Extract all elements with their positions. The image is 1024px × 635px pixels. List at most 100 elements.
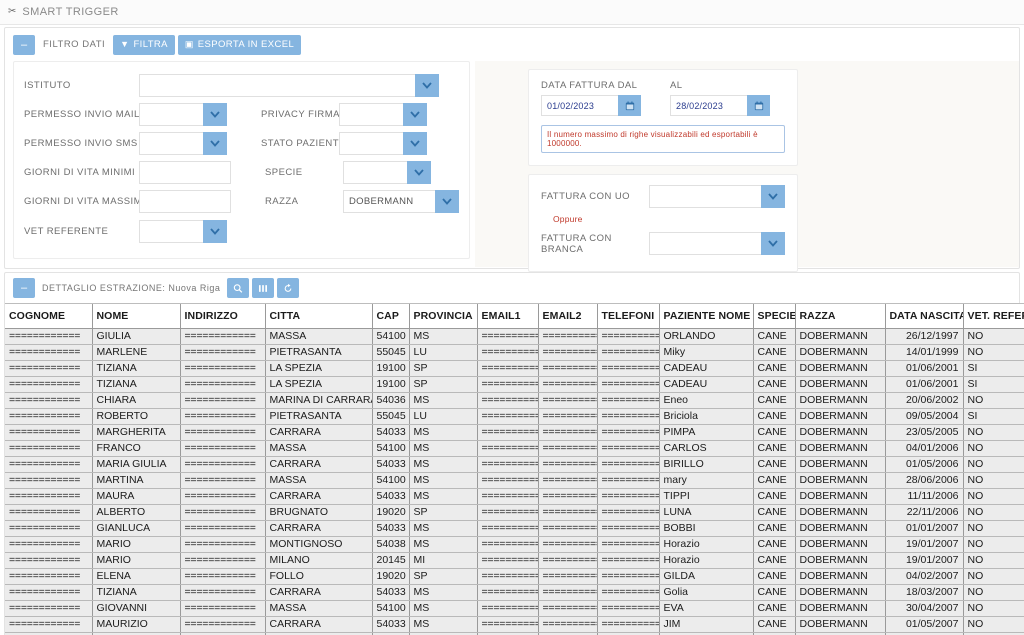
cell-email2: ============ (538, 584, 597, 600)
calendar-icon[interactable] (618, 95, 641, 116)
table-row[interactable]: ============TIZIANA============LA SPEZIA… (5, 376, 1024, 392)
chevron-down-icon[interactable] (761, 232, 785, 255)
table-row[interactable]: ============CHIARA============MARINA DI … (5, 392, 1024, 408)
date-filter-box: DATA FATTURA DAL 01/02/2023 AL 28/02/202… (528, 69, 798, 166)
table-row[interactable]: ============ROBERTO============PIETRASAN… (5, 408, 1024, 424)
cell-email1: ============ (477, 536, 538, 552)
vet-referente-select[interactable] (139, 220, 227, 243)
filtra-button[interactable]: ▼ FILTRA (113, 35, 175, 55)
column-header-email1[interactable]: EMAIL1 (477, 304, 538, 328)
chevron-down-icon[interactable] (407, 161, 431, 184)
chevron-down-icon[interactable] (403, 103, 427, 126)
table-row[interactable]: ============MARIO============MONTIGNOSO5… (5, 536, 1024, 552)
giorni-minimi-input[interactable] (139, 161, 231, 184)
cell-specie: CANE (753, 424, 795, 440)
column-header-razza[interactable]: RAZZA (795, 304, 885, 328)
table-row[interactable]: ============MARTINA============MASSA5410… (5, 472, 1024, 488)
chevron-down-icon[interactable] (435, 190, 459, 213)
cell-indirizzo: ============ (180, 328, 265, 344)
cell-email1: ============ (477, 392, 538, 408)
chevron-down-icon[interactable] (761, 185, 785, 208)
fattura-branca-value[interactable] (649, 232, 761, 255)
column-header-indirizzo[interactable]: INDIRIZZO (180, 304, 265, 328)
column-header-email2[interactable]: EMAIL2 (538, 304, 597, 328)
date-from-field[interactable]: 01/02/2023 (541, 95, 641, 116)
collapse-detail-button[interactable]: – (13, 278, 35, 298)
stato-paziente-value[interactable] (339, 132, 403, 155)
table-row[interactable]: ============TIZIANA============LA SPEZIA… (5, 360, 1024, 376)
column-header-telefoni[interactable]: TELEFONI (597, 304, 659, 328)
column-header-paziente-nome[interactable]: PAZIENTE NOME (659, 304, 753, 328)
fattura-uo-value[interactable] (649, 185, 761, 208)
permesso-mail-value[interactable] (139, 103, 203, 126)
esporta-excel-button-label: ESPORTA IN EXCEL (198, 39, 294, 50)
cell-paziente-nome: LUNA (659, 504, 753, 520)
cell-paziente-nome: EVA (659, 600, 753, 616)
giorni-massimi-input[interactable] (139, 190, 231, 213)
specie-value[interactable] (343, 161, 407, 184)
column-header-provincia[interactable]: PROVINCIA (409, 304, 477, 328)
cell-telefoni: ============ (597, 360, 659, 376)
esporta-excel-button[interactable]: ▣ ESPORTA IN EXCEL (178, 35, 301, 55)
permesso-mail-select[interactable] (139, 103, 227, 126)
column-header-citta[interactable]: CITTA (265, 304, 372, 328)
data-grid-scroll[interactable]: COGNOMENOMEINDIRIZZOCITTACAPPROVINCIAEMA… (5, 303, 1024, 635)
column-header-vet-refer-[interactable]: VET. REFER. (963, 304, 1024, 328)
chevron-down-icon[interactable] (203, 103, 227, 126)
chevron-down-icon[interactable] (203, 132, 227, 155)
table-row[interactable]: ============TIZIANA============CARRARA54… (5, 584, 1024, 600)
cell-citta: FOLLO (265, 568, 372, 584)
calendar-icon[interactable] (747, 95, 770, 116)
table-row[interactable]: ============GIANLUCA============CARRARA5… (5, 520, 1024, 536)
cell-cap: 54033 (372, 584, 409, 600)
permesso-sms-value[interactable] (139, 132, 203, 155)
table-row[interactable]: ============ALBERTO============BRUGNATO1… (5, 504, 1024, 520)
privacy-firmata-select[interactable] (339, 103, 427, 126)
collapse-filter-button[interactable]: – (13, 35, 35, 55)
giorni-minimi-field[interactable] (139, 161, 231, 184)
column-header-specie[interactable]: SPECIE (753, 304, 795, 328)
cell-telefoni: ============ (597, 328, 659, 344)
table-row[interactable]: ============MARIO============MILANO20145… (5, 552, 1024, 568)
date-from-value[interactable]: 01/02/2023 (541, 95, 618, 116)
date-to-value[interactable]: 28/02/2023 (670, 95, 747, 116)
columns-icon[interactable] (252, 278, 274, 298)
permesso-sms-select[interactable] (139, 132, 227, 155)
table-row[interactable]: ============MAURA============CARRARA5403… (5, 488, 1024, 504)
cell-specie: CANE (753, 456, 795, 472)
vet-referente-value[interactable] (139, 220, 203, 243)
razza-select[interactable]: DOBERMANN (343, 190, 459, 213)
table-row[interactable]: ============MARLENE============PIETRASAN… (5, 344, 1024, 360)
column-header-nome[interactable]: NOME (92, 304, 180, 328)
table-row[interactable]: ============GIULIA============MASSA54100… (5, 328, 1024, 344)
table-row[interactable]: ============FRANCO============MASSA54100… (5, 440, 1024, 456)
search-icon[interactable] (227, 278, 249, 298)
column-header-cognome[interactable]: COGNOME (5, 304, 92, 328)
chevron-down-icon[interactable] (203, 220, 227, 243)
chevron-down-icon[interactable] (415, 74, 439, 97)
specie-select[interactable] (343, 161, 431, 184)
cell-cognome: ============ (5, 504, 92, 520)
cell-vet-refer-: NO (963, 472, 1024, 488)
table-row[interactable]: ============MARGHERITA============CARRAR… (5, 424, 1024, 440)
istituto-select[interactable] (139, 74, 439, 97)
table-row[interactable]: ============MARIA GIULIA============CARR… (5, 456, 1024, 472)
cell-specie: CANE (753, 520, 795, 536)
privacy-firmata-value[interactable] (339, 103, 403, 126)
date-to-field[interactable]: 28/02/2023 (670, 95, 770, 116)
giorni-massimi-field[interactable] (139, 190, 231, 213)
fattura-branca-select[interactable] (649, 232, 785, 255)
table-row[interactable]: ============ELENA============FOLLO19020S… (5, 568, 1024, 584)
cell-specie: CANE (753, 376, 795, 392)
column-header-cap[interactable]: CAP (372, 304, 409, 328)
refresh-icon[interactable] (277, 278, 299, 298)
table-row[interactable]: ============MAURIZIO============CARRARA5… (5, 616, 1024, 632)
column-header-data-nascita[interactable]: DATA NASCITA (885, 304, 963, 328)
fattura-uo-select[interactable] (649, 185, 785, 208)
table-row[interactable]: ============GIOVANNI============MASSA541… (5, 600, 1024, 616)
chevron-down-icon[interactable] (403, 132, 427, 155)
stato-paziente-select[interactable] (339, 132, 427, 155)
istituto-value[interactable] (139, 74, 415, 97)
cell-telefoni: ============ (597, 376, 659, 392)
razza-value[interactable]: DOBERMANN (343, 190, 435, 213)
